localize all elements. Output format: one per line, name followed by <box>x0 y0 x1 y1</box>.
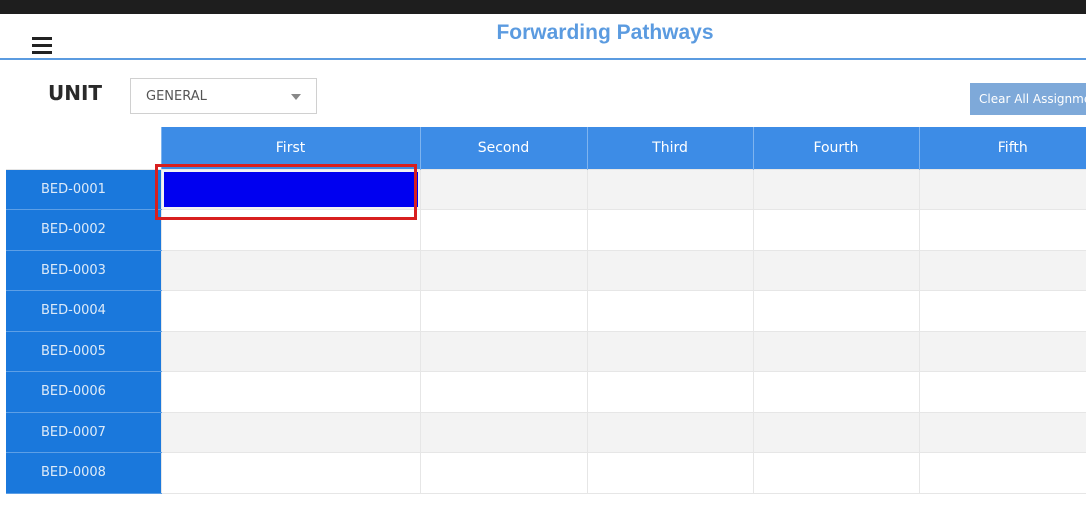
chevron-down-icon <box>291 94 301 100</box>
column-header-first: First <box>160 127 420 169</box>
grid-body: BED-0001 BED-0002 BED-0003 BED-0004 BED-0005… <box>6 168 1086 494</box>
column-header-second: Second <box>419 127 587 169</box>
grid-cell[interactable] <box>918 371 1086 413</box>
grid-cell-selected[interactable] <box>160 168 421 210</box>
table-row: BED-0002 <box>6 209 1086 251</box>
grid-cell[interactable] <box>419 168 588 210</box>
table-row: BED-0007 <box>6 411 1086 453</box>
grid-cell[interactable] <box>918 411 1086 453</box>
grid-cell[interactable] <box>419 452 588 494</box>
grid-cell[interactable] <box>918 209 1086 251</box>
row-header: BED-0005 <box>6 331 161 372</box>
grid-cell[interactable] <box>586 249 754 291</box>
grid-cell[interactable] <box>419 330 588 372</box>
column-header-fourth: Fourth <box>752 127 919 169</box>
grid-cell[interactable] <box>752 411 920 453</box>
grid-cell[interactable] <box>419 371 588 413</box>
grid-cell[interactable] <box>160 209 421 251</box>
table-row: BED-0004 <box>6 290 1086 332</box>
unit-select-value: GENERAL <box>146 89 207 104</box>
grid-cell[interactable] <box>918 330 1086 372</box>
grid-cell[interactable] <box>752 249 920 291</box>
grid-cell[interactable] <box>752 371 920 413</box>
top-bar <box>0 0 1086 14</box>
table-row: BED-0008 <box>6 452 1086 494</box>
grid-cell[interactable] <box>586 411 754 453</box>
grid-cell[interactable] <box>586 452 754 494</box>
grid-cell[interactable] <box>586 371 754 413</box>
table-row: BED-0001 <box>6 168 1086 210</box>
selected-cell-fill <box>163 171 418 207</box>
grid-cell[interactable] <box>752 330 920 372</box>
column-header-row: First Second Third Fourth Fifth <box>6 127 1086 170</box>
app-frame: Forwarding Pathways UNIT GENERAL Clear A… <box>0 0 1086 514</box>
hamburger-line <box>32 51 52 54</box>
grid-cell[interactable] <box>586 209 754 251</box>
grid-cell[interactable] <box>419 411 588 453</box>
clear-all-assignments-button[interactable]: Clear All Assignments <box>970 83 1086 115</box>
grid-cell[interactable] <box>752 452 920 494</box>
row-header: BED-0001 <box>6 169 161 210</box>
grid-cell[interactable] <box>752 209 920 251</box>
grid-cell[interactable] <box>918 290 1086 332</box>
grid-cell[interactable] <box>586 290 754 332</box>
unit-select[interactable]: GENERAL <box>130 78 317 114</box>
row-header: BED-0004 <box>6 290 161 332</box>
pathway-table: First Second Third Fourth Fifth BED-0001 BED-… <box>6 127 1086 494</box>
table-row: BED-0006 <box>6 371 1086 413</box>
grid-cell[interactable] <box>918 452 1086 494</box>
grid-cell[interactable] <box>160 330 421 372</box>
pathway-grid: First Second Third Fourth Fifth BED-0001 BED-… <box>6 127 1086 494</box>
grid-cell[interactable] <box>419 249 588 291</box>
corner-cell <box>6 127 161 170</box>
grid-cell[interactable] <box>160 249 421 291</box>
grid-cell[interactable] <box>918 168 1086 210</box>
row-header: BED-0008 <box>6 452 161 494</box>
page-title: Forwarding Pathways <box>496 21 714 44</box>
column-header-third: Third <box>586 127 753 169</box>
grid-cell[interactable] <box>586 330 754 372</box>
column-header-fifth: Fifth <box>918 127 1086 169</box>
grid-cell[interactable] <box>752 290 920 332</box>
grid-cell[interactable] <box>160 411 421 453</box>
row-header: BED-0003 <box>6 250 161 291</box>
grid-cell[interactable] <box>160 452 421 494</box>
grid-cell[interactable] <box>160 290 421 332</box>
row-header: BED-0002 <box>6 209 161 251</box>
grid-cell[interactable] <box>160 371 421 413</box>
grid-cell[interactable] <box>918 249 1086 291</box>
unit-label: UNIT <box>48 81 103 105</box>
app-header: Forwarding Pathways <box>0 14 1086 60</box>
table-row: BED-0005 <box>6 330 1086 372</box>
table-row: BED-0003 <box>6 249 1086 291</box>
grid-cell[interactable] <box>586 168 754 210</box>
grid-cell[interactable] <box>419 290 588 332</box>
row-header: BED-0006 <box>6 371 161 413</box>
row-header: BED-0007 <box>6 412 161 453</box>
grid-cell[interactable] <box>752 168 920 210</box>
grid-cell[interactable] <box>419 209 588 251</box>
